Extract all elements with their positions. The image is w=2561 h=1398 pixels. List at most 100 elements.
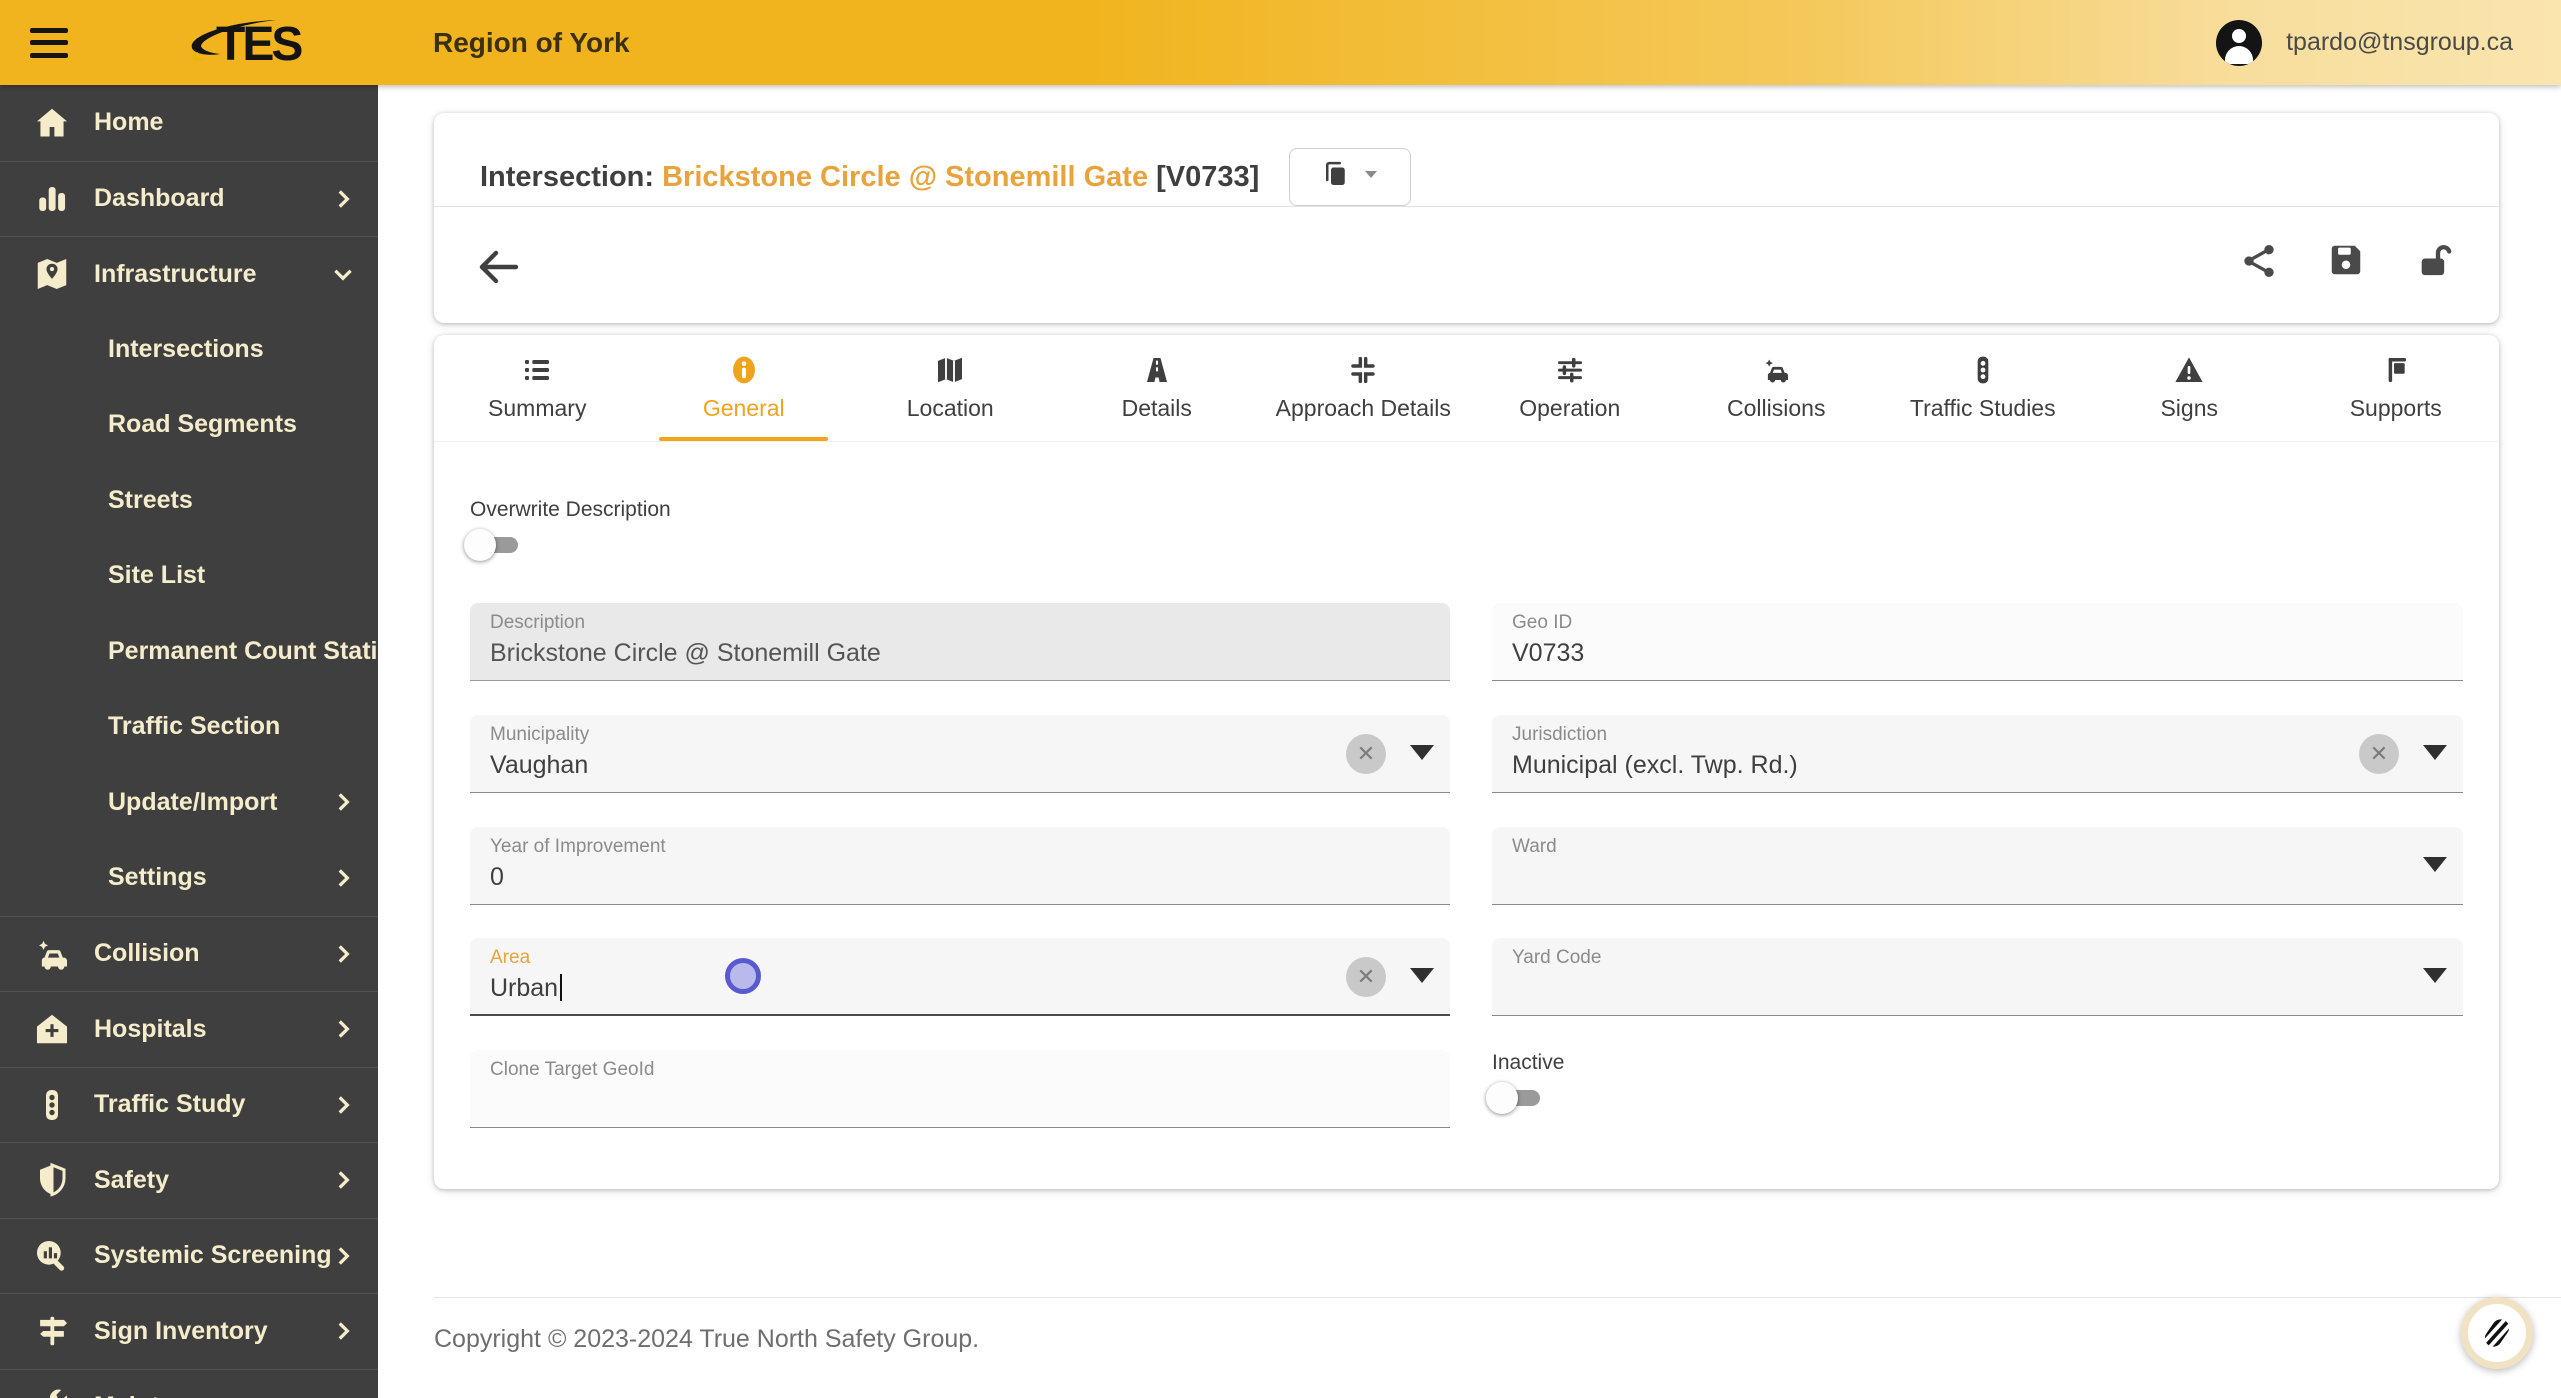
road-icon — [1141, 354, 1173, 386]
tab-details[interactable]: Details — [1054, 335, 1261, 441]
sidebar-item-maintenance[interactable]: Maintenance — [0, 1368, 378, 1398]
focus-ripple — [725, 958, 761, 994]
sidebar-item-label: Home — [94, 108, 164, 137]
sidebar-item-label: Infrastructure — [94, 259, 257, 288]
sidebar-item-label: Permanent Count Station — [108, 636, 378, 665]
sidebar-item-label: Site List — [108, 561, 206, 590]
geo-id-field[interactable]: Geo ID V0733 — [1492, 603, 2463, 681]
clone-target-geoid-field[interactable]: Clone Target GeoId — [470, 1050, 1450, 1128]
unlock-button[interactable] — [2415, 241, 2455, 281]
copy-button[interactable] — [1289, 148, 1412, 206]
sidebar-item-road-segments[interactable]: Road Segments — [0, 387, 378, 463]
sidebar-item-intersections[interactable]: Intersections — [0, 312, 378, 388]
sidebar-item-home[interactable]: Home — [0, 85, 378, 161]
tab-traffic-studies[interactable]: Traffic Studies — [1880, 335, 2087, 441]
dropdown-caret-icon[interactable] — [2423, 968, 2447, 983]
sidebar-item-settings[interactable]: Settings — [0, 840, 378, 916]
sidebar-item-collision[interactable]: Collision — [0, 915, 378, 992]
chevron-right-icon — [330, 1092, 356, 1118]
dropdown-caret-icon[interactable] — [2423, 745, 2447, 760]
sign-support-icon — [2380, 354, 2412, 386]
chevron-right-icon — [330, 941, 356, 967]
sidebar-item-sign-inventory[interactable]: Sign Inventory — [0, 1293, 378, 1369]
list-icon — [521, 354, 553, 386]
chevron-right-icon — [330, 1243, 356, 1269]
chevron-right-icon — [330, 1394, 356, 1398]
chevron-down-icon — [330, 261, 356, 287]
sidebar-item-label: Safety — [94, 1165, 170, 1194]
clear-icon[interactable]: ✕ — [1346, 957, 1386, 997]
info-icon — [728, 354, 760, 386]
intersection-approaches-icon — [1347, 354, 1379, 386]
copy-dropdown-caret-icon — [1363, 168, 1379, 186]
map-pin-icon — [32, 254, 72, 294]
svg-text:TES: TES — [216, 18, 302, 71]
sidebar-item-label: Settings — [108, 863, 207, 892]
top-header: TES Region of York tpardo@tnsgroup.ca — [0, 0, 2561, 85]
description-field: Description Brickstone Circle @ Stonemil… — [470, 603, 1450, 681]
tab-approach-details[interactable]: Approach Details — [1260, 335, 1467, 441]
magnifier-chart-icon — [32, 1236, 72, 1276]
sidebar-item-label: Traffic Section — [108, 712, 281, 741]
sidebar-item-label: Update/Import — [108, 787, 278, 816]
chevron-right-icon — [330, 789, 356, 815]
tab-supports[interactable]: Supports — [2293, 335, 2500, 441]
user-email[interactable]: tpardo@tnsgroup.ca — [2286, 28, 2513, 57]
tab-collisions[interactable]: Collisions — [1673, 335, 1880, 441]
map-icon — [934, 354, 966, 386]
sidebar-item-hospitals[interactable]: Hospitals — [0, 991, 378, 1067]
dropdown-caret-icon[interactable] — [1410, 968, 1434, 983]
sidebar-item-site-list[interactable]: Site List — [0, 538, 378, 614]
tab-operation[interactable]: Operation — [1467, 335, 1674, 441]
sidebar-item-streets[interactable]: Streets — [0, 463, 378, 539]
bar-chart-icon — [32, 179, 72, 219]
sidebar-item-traffic-section[interactable]: Traffic Section — [0, 689, 378, 765]
dropdown-caret-icon[interactable] — [2423, 857, 2447, 872]
tab-general[interactable]: General — [641, 335, 848, 441]
clear-icon[interactable]: ✕ — [2359, 734, 2399, 774]
tab-summary[interactable]: Summary — [434, 335, 641, 441]
sidebar-item-systemic-screening[interactable]: Systemic Screening — [0, 1217, 378, 1294]
overwrite-description-label: Overwrite Description — [470, 498, 671, 521]
assistant-fab-button[interactable] — [2461, 1297, 2533, 1369]
inactive-toggle[interactable] — [1486, 1081, 1548, 1115]
user-avatar-icon[interactable] — [2216, 19, 2263, 66]
car-crash-icon — [1760, 354, 1792, 386]
clear-icon[interactable]: ✕ — [1346, 734, 1386, 774]
sidebar-nav: Home Dashboard Infrastructure Intersecti… — [0, 85, 378, 1398]
year-of-improvement-field[interactable]: Year of Improvement 0 — [470, 827, 1450, 905]
home-icon — [32, 103, 72, 143]
chevron-right-icon — [330, 1016, 356, 1042]
sidebar-item-permanent-count-station[interactable]: Permanent Count Station — [0, 614, 378, 690]
save-button[interactable] — [2327, 241, 2367, 281]
text-cursor — [560, 974, 563, 1001]
main-content: Intersection: Brickstone Circle @ Stonem… — [378, 85, 2561, 1398]
sidebar-item-infrastructure[interactable]: Infrastructure — [0, 236, 378, 312]
yard-code-field[interactable]: Yard Code — [1492, 938, 2463, 1016]
page-title: Region of York — [433, 26, 630, 58]
sidebar-item-dashboard[interactable]: Dashboard — [0, 160, 378, 237]
traffic-light-icon — [1967, 354, 1999, 386]
sidebar-item-label: Traffic Study — [94, 1090, 246, 1119]
hamburger-menu-icon[interactable] — [30, 27, 68, 58]
tab-signs[interactable]: Signs — [2086, 335, 2293, 441]
sliders-icon — [1554, 354, 1586, 386]
ward-field[interactable]: Ward — [1492, 827, 2463, 905]
sidebar-item-traffic-study[interactable]: Traffic Study — [0, 1066, 378, 1143]
tes-logo: TES — [158, 12, 358, 74]
dropdown-caret-icon[interactable] — [1410, 745, 1434, 760]
jurisdiction-field[interactable]: Jurisdiction Municipal (excl. Twp. Rd.) … — [1492, 715, 2463, 793]
sidebar-item-update-import[interactable]: Update/Import — [0, 765, 378, 841]
copyright-text: Copyright © 2023-2024 True North Safety … — [434, 1325, 980, 1353]
area-field[interactable]: Area Urban ✕ — [470, 938, 1450, 1016]
intersection-header-card: Intersection: Brickstone Circle @ Stonem… — [434, 113, 2499, 323]
share-button[interactable] — [2239, 241, 2279, 281]
sidebar-item-safety[interactable]: Safety — [0, 1142, 378, 1218]
overwrite-description-toggle[interactable] — [464, 528, 526, 562]
municipality-field[interactable]: Municipality Vaughan ✕ — [470, 715, 1450, 793]
back-button[interactable] — [474, 243, 522, 291]
sidebar-item-label: Sign Inventory — [94, 1316, 268, 1345]
intersection-title: Intersection: Brickstone Circle @ Stonem… — [480, 161, 1259, 194]
sidebar-item-label: Collision — [94, 939, 200, 968]
tab-location[interactable]: Location — [847, 335, 1054, 441]
